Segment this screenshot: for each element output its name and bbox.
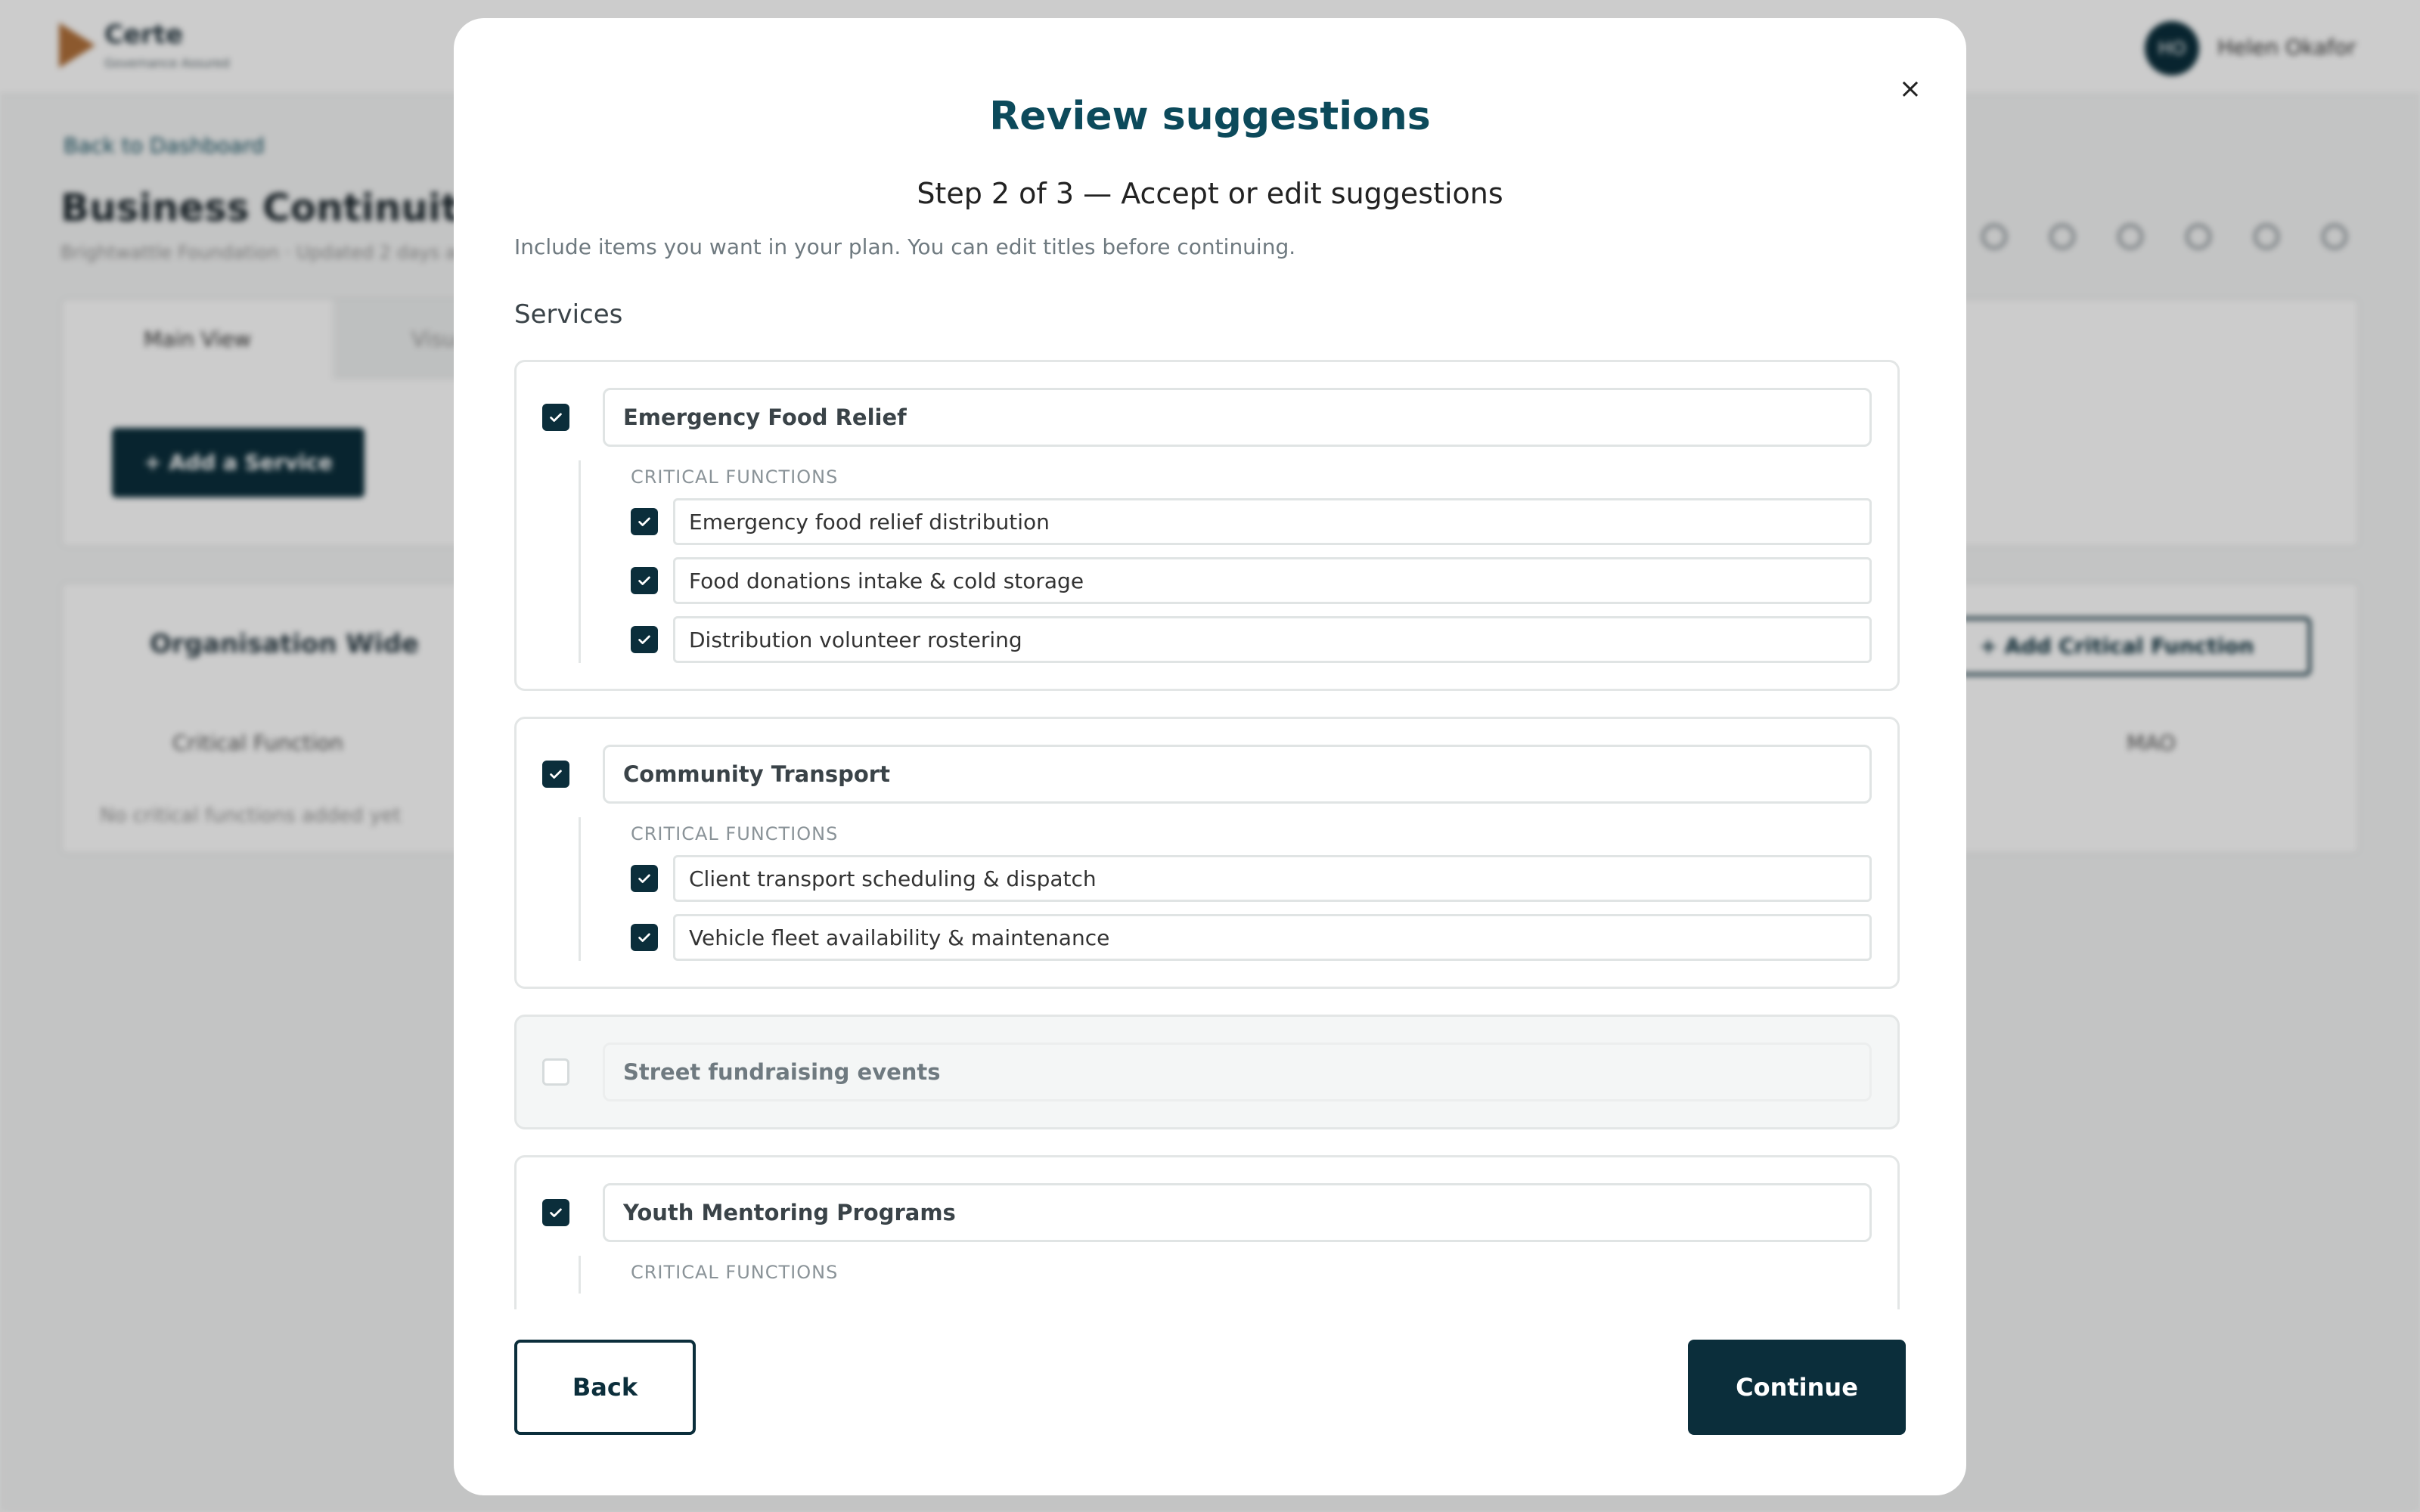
critical-function-input[interactable] [673,914,1872,961]
critical-function-row [631,616,1872,663]
critical-function-checkbox[interactable] [631,924,658,951]
critical-functions-label: CRITICAL FUNCTIONS [631,466,839,488]
check-icon [638,874,650,883]
critical-function-input[interactable] [673,557,1872,604]
check-icon [550,413,562,422]
close-icon[interactable]: × [1891,70,1930,109]
critical-function-input[interactable] [673,855,1872,902]
critical-functions-group: CRITICAL FUNCTIONS [579,460,1872,663]
back-button[interactable]: Back [514,1340,696,1435]
service-card: CRITICAL FUNCTIONS [514,717,1900,989]
check-icon [550,1208,562,1217]
check-icon [638,933,650,942]
check-icon [550,770,562,779]
service-card: CRITICAL FUNCTIONS [514,360,1900,691]
suggestions-scroll-area[interactable]: CRITICAL FUNCTIONS [514,360,1906,1309]
critical-function-row [631,498,1872,545]
critical-function-input[interactable] [673,616,1872,663]
continue-button[interactable]: Continue [1688,1340,1906,1435]
service-title-input[interactable] [603,1183,1872,1242]
check-icon [638,576,650,585]
critical-functions-group: CRITICAL FUNCTIONS [579,817,1872,961]
service-title-input[interactable] [603,1043,1872,1101]
review-suggestions-modal: Review suggestions × Step 2 of 3 — Accep… [454,18,1966,1495]
check-icon [638,635,650,644]
service-checkbox[interactable] [542,761,569,788]
service-checkbox[interactable] [542,1058,569,1086]
critical-function-checkbox[interactable] [631,865,658,892]
critical-function-checkbox[interactable] [631,626,658,653]
service-card-excluded [514,1015,1900,1129]
critical-function-row [631,855,1872,902]
service-checkbox[interactable] [542,1199,569,1226]
service-card: CRITICAL FUNCTIONS [514,1155,1900,1309]
step-indicator: Step 2 of 3 — Accept or edit suggestions [917,177,1503,210]
check-icon [638,517,650,526]
critical-function-input[interactable] [673,498,1872,545]
critical-function-row [631,557,1872,604]
critical-function-checkbox[interactable] [631,567,658,594]
services-section-label: Services [514,299,623,330]
service-checkbox[interactable] [542,404,569,431]
critical-function-checkbox[interactable] [631,508,658,535]
service-title-input[interactable] [603,388,1872,447]
service-title-input[interactable] [603,745,1872,804]
critical-functions-label: CRITICAL FUNCTIONS [631,1262,839,1283]
critical-functions-label: CRITICAL FUNCTIONS [631,823,839,844]
intro-text: Include items you want in your plan. You… [514,234,1296,259]
modal-title: Review suggestions [989,94,1431,139]
critical-function-row [631,914,1872,961]
critical-functions-group: CRITICAL FUNCTIONS [579,1256,1872,1294]
